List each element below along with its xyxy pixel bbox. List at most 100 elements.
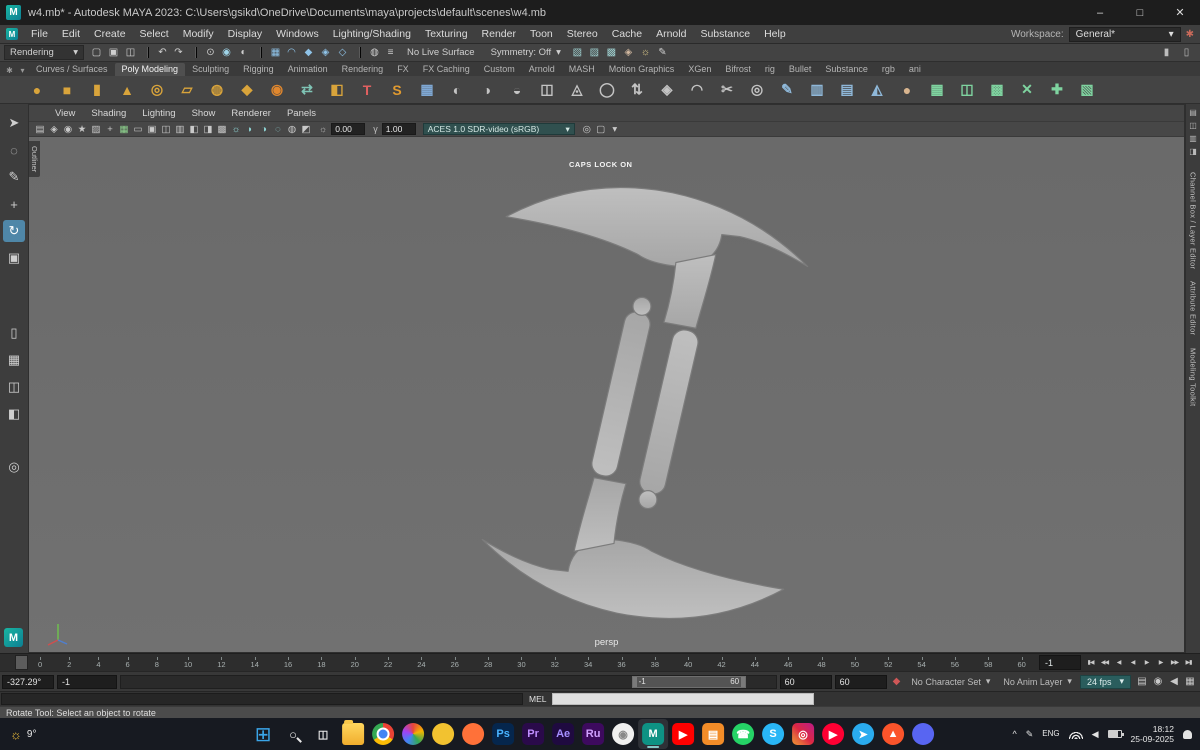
gamma-icon[interactable]: γ <box>373 124 378 134</box>
auto-keyframe-icon[interactable]: ◆ <box>893 676 901 687</box>
field-chart-icon[interactable]: ▥ <box>173 124 187 135</box>
crease-icon[interactable]: ◭ <box>866 79 888 101</box>
animation-end-field[interactable]: 60 <box>834 674 887 689</box>
make-live-icon[interactable]: ◍ <box>359 47 382 58</box>
quad-draw-icon[interactable]: ✎ <box>776 79 798 101</box>
menu-item[interactable]: Cache <box>605 28 649 40</box>
menu-item[interactable]: Lighting/Shading <box>326 28 418 40</box>
character-set-select[interactable]: No Character Set ▾ <box>906 676 995 687</box>
firefox-icon[interactable] <box>458 719 488 749</box>
open-scene-icon[interactable]: ▣ <box>105 47 122 58</box>
show-ui-elements-icon[interactable]: ▮ <box>1158 47 1175 58</box>
bridge-icon[interactable]: ◠ <box>686 79 708 101</box>
fps-select[interactable]: 24 fps ▾ <box>1079 674 1131 689</box>
attribute-editor-toggle-icon[interactable]: ◫ <box>1189 121 1197 134</box>
poly-cylinder-icon[interactable]: ▮ <box>86 79 108 101</box>
battery-icon[interactable] <box>1107 730 1124 738</box>
select-hierarchy-icon[interactable]: ⊙ <box>195 47 218 58</box>
discord-icon[interactable] <box>908 719 938 749</box>
shadows-icon[interactable]: ◗ <box>243 124 257 135</box>
shelf-tab[interactable]: Custom <box>477 63 522 76</box>
task-view-button[interactable]: ◫ <box>308 719 338 749</box>
shelf-tab[interactable]: rig <box>758 63 782 76</box>
photos-icon[interactable] <box>398 719 428 749</box>
menu-item[interactable]: File <box>24 28 55 40</box>
pan-zoom-icon[interactable]: + <box>103 124 117 135</box>
construction-history-icon[interactable]: ≡ <box>382 47 399 58</box>
shelf-tab[interactable]: MASH <box>562 63 602 76</box>
light-editor-icon[interactable]: ☼ <box>637 47 654 58</box>
mirror-icon[interactable]: ◧ <box>326 79 348 101</box>
render-settings-icon[interactable]: ▩ <box>603 47 620 58</box>
shelf-tab[interactable]: Sculpting <box>185 63 236 76</box>
gate-mask-icon[interactable]: ◫ <box>159 124 173 135</box>
wireframe-on-shaded-icon[interactable]: ◩ <box>299 124 313 135</box>
menu-item[interactable]: Windows <box>269 28 326 40</box>
uv-unfold-icon[interactable]: ◫ <box>956 79 978 101</box>
exposure-icon[interactable]: ☼ <box>319 124 327 134</box>
shelf-tab[interactable]: Bifrost <box>718 63 758 76</box>
yellow-app-icon[interactable] <box>428 719 458 749</box>
photoshop-icon[interactable]: Ps <box>488 719 518 749</box>
menu-item[interactable]: Display <box>221 28 269 40</box>
shelf-tab[interactable]: rgb <box>875 63 902 76</box>
select-object-icon[interactable]: ◉ <box>218 47 235 58</box>
mel-input-field[interactable] <box>1 693 523 705</box>
svg-tool-icon[interactable]: S <box>386 79 408 101</box>
weather-widget[interactable]: ☼ 9° <box>0 727 36 742</box>
new-scene-icon[interactable]: ▢ <box>88 47 105 58</box>
undo-icon[interactable]: ↶ <box>147 47 170 58</box>
premiere-rush-icon[interactable]: Ru <box>578 719 608 749</box>
hypershade-icon[interactable]: ◈ <box>620 47 637 58</box>
wifi-icon[interactable] <box>1068 729 1083 739</box>
menu-item[interactable]: Texturing <box>418 28 475 40</box>
shelf-tab[interactable]: Rendering <box>335 63 391 76</box>
exposure-field[interactable]: 0.00 <box>331 123 366 135</box>
sculpt-arrows-icon[interactable]: ⇄ <box>296 79 318 101</box>
offset-edge-loop-icon[interactable]: ▤ <box>836 79 858 101</box>
menu-item[interactable]: Render <box>475 28 523 40</box>
youtube-music-icon[interactable]: ▶ <box>818 719 848 749</box>
snap-point-icon[interactable]: ◆ <box>300 47 317 58</box>
pen-icon[interactable]: ✎ <box>1026 729 1034 740</box>
symmetry-select[interactable]: Symmetry: Off ▾ <box>491 47 561 58</box>
multi-cut-icon[interactable]: ✂ <box>716 79 738 101</box>
uv-cut-icon[interactable]: ✕ <box>1016 79 1038 101</box>
shelf-tab[interactable]: FX Caching <box>416 63 477 76</box>
whatsapp-icon[interactable]: ☎ <box>728 719 758 749</box>
volume-icon[interactable]: ◀ <box>1092 729 1099 740</box>
command-result-field[interactable] <box>552 693 815 705</box>
lock-camera-icon[interactable]: ◈ <box>47 124 61 135</box>
snap-view-icon[interactable]: ◇ <box>334 47 351 58</box>
type-tool-icon[interactable]: T <box>356 79 378 101</box>
extrude-icon[interactable]: ⇅ <box>626 79 648 101</box>
step-forward-key-button[interactable]: ▶ <box>1154 656 1167 670</box>
smooth-icon[interactable]: ◯ <box>596 79 618 101</box>
viewport-capture-icon[interactable]: ▢ <box>594 124 608 135</box>
poly-plane-icon[interactable]: ▱ <box>176 79 198 101</box>
files-app-icon[interactable]: ▤ <box>698 719 728 749</box>
ipr-render-icon[interactable]: ▨ <box>586 47 603 58</box>
combine-icon[interactable]: ◫ <box>536 79 558 101</box>
bevel-icon[interactable]: ◈ <box>656 79 678 101</box>
maya-icon[interactable]: M <box>638 719 669 749</box>
menu-item[interactable]: Substance <box>693 28 757 40</box>
menu-item[interactable]: Help <box>757 28 793 40</box>
poly-torus-icon[interactable]: ◎ <box>146 79 168 101</box>
youtube-icon[interactable]: ▶ <box>668 719 698 749</box>
channel-box-tab[interactable]: Channel Box / Layer Editor <box>1189 172 1198 269</box>
attribute-editor-tab[interactable]: Attribute Editor <box>1189 281 1198 335</box>
minimize-button[interactable]: – <box>1080 0 1120 25</box>
play-backwards-button[interactable]: ◀ <box>1126 656 1139 670</box>
poly-cube-icon[interactable]: ■ <box>56 79 78 101</box>
default-light-icon[interactable]: ☼ <box>229 124 243 135</box>
safe-title-icon[interactable]: ◨ <box>201 124 215 135</box>
boolean-union-icon[interactable]: ◐ <box>446 79 468 101</box>
language-switcher[interactable]: ENG <box>1042 729 1059 738</box>
hide-ui-elements-icon[interactable]: ▯ <box>1178 47 1195 58</box>
snap-grid-icon[interactable]: ▦ <box>260 47 283 58</box>
paint-effects-icon[interactable]: ✎ <box>654 47 671 58</box>
modeling-toolkit-toggle-icon[interactable]: ◨ <box>1189 147 1197 160</box>
anim-layer-select[interactable]: No Anim Layer ▾ <box>998 676 1077 687</box>
boolean-intersection-icon[interactable]: ◒ <box>506 79 528 101</box>
